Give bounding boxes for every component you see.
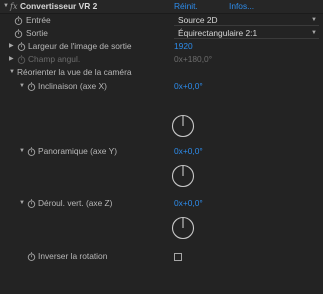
stopwatch-icon[interactable]	[27, 199, 36, 208]
output-dropdown[interactable]: Équirectangulaire 2:1 ▼	[174, 28, 319, 39]
group-row-reorient: ▼ Réorienter la vue de la caméra	[0, 66, 323, 79]
param-row-input: Entrée Source 2D ▼	[0, 14, 323, 27]
triangle-down-icon[interactable]: ▼	[9, 66, 15, 79]
pan-angle-dial-icon[interactable]	[171, 159, 195, 193]
tilt-value[interactable]: 0x+0,0°	[174, 80, 203, 93]
param-row-output: Sortie Équirectangulaire 2:1 ▼	[0, 27, 323, 40]
stopwatch-icon[interactable]	[14, 29, 23, 38]
param-row-fov: ▶ Champ angul. 0x+180,0°	[0, 53, 323, 66]
input-dropdown[interactable]: Source 2D ▼	[174, 15, 319, 26]
roll-angle-dial-icon[interactable]	[171, 211, 195, 245]
stopwatch-icon	[17, 55, 26, 64]
effect-expand-triangle-icon[interactable]: ▼	[3, 0, 9, 13]
param-row-output-width: ▶ Largeur de l'image de sortie 1920	[0, 40, 323, 53]
stopwatch-icon[interactable]	[27, 147, 36, 156]
output-label: Sortie	[26, 28, 48, 38]
fov-value: 0x+180,0°	[174, 54, 213, 64]
param-row-invert-rotation: Inverser la rotation	[0, 250, 323, 263]
triangle-down-icon[interactable]: ▼	[19, 197, 25, 210]
stopwatch-icon[interactable]	[27, 82, 36, 91]
reset-button[interactable]: Réinit.	[174, 0, 198, 13]
chevron-down-icon: ▼	[311, 17, 317, 23]
reorient-label: Réorienter la vue de la caméra	[17, 67, 132, 77]
invert-rotation-label: Inverser la rotation	[38, 251, 108, 261]
output-dropdown-value: Équirectangulaire 2:1	[178, 28, 258, 38]
roll-label: Déroul. vert. (axe Z)	[38, 198, 113, 208]
info-button[interactable]: Infos...	[229, 0, 254, 13]
fx-toggle-icon[interactable]: fx	[10, 0, 17, 13]
param-row-tilt: ▼ Inclinaison (axe X) 0x+0,0°	[0, 80, 323, 93]
stopwatch-icon[interactable]	[17, 42, 26, 51]
param-row-pan: ▼ Panoramique (axe Y) 0x+0,0°	[0, 145, 323, 158]
output-width-value[interactable]: 1920	[174, 40, 193, 53]
stopwatch-icon[interactable]	[14, 16, 23, 25]
pan-value[interactable]: 0x+0,0°	[174, 145, 203, 158]
triangle-right-icon: ▶	[9, 56, 14, 62]
pan-label: Panoramique (axe Y)	[38, 146, 117, 156]
effect-header-row: ▼ fx Convertisseur VR 2 Réinit. Infos...	[0, 0, 323, 14]
roll-value[interactable]: 0x+0,0°	[174, 197, 203, 210]
tilt-angle-dial-icon[interactable]	[171, 109, 195, 143]
triangle-right-icon[interactable]: ▶	[9, 40, 14, 53]
chevron-down-icon: ▼	[311, 30, 317, 36]
input-label: Entrée	[26, 15, 51, 25]
invert-rotation-checkbox[interactable]	[174, 253, 182, 261]
effect-name: Convertisseur VR 2	[20, 1, 98, 11]
triangle-down-icon[interactable]: ▼	[19, 145, 25, 158]
output-width-label: Largeur de l'image de sortie	[28, 41, 132, 51]
input-dropdown-value: Source 2D	[178, 15, 218, 25]
param-row-roll: ▼ Déroul. vert. (axe Z) 0x+0,0°	[0, 197, 323, 210]
effect-controls-panel: ▼ fx Convertisseur VR 2 Réinit. Infos...…	[0, 0, 323, 294]
tilt-label: Inclinaison (axe X)	[38, 81, 107, 91]
triangle-down-icon[interactable]: ▼	[19, 80, 25, 93]
stopwatch-icon[interactable]	[27, 252, 36, 261]
fov-label: Champ angul.	[28, 54, 81, 64]
